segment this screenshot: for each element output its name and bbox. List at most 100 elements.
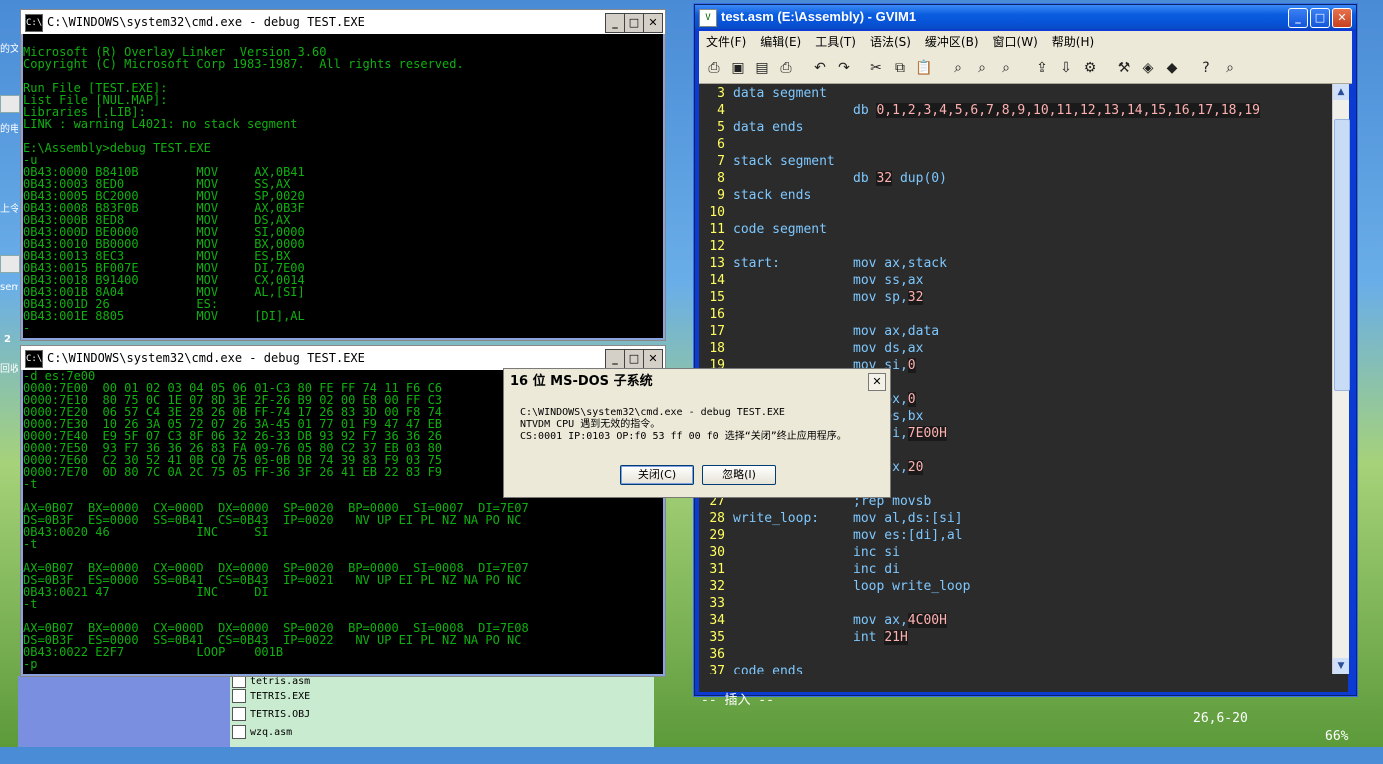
find-next-icon[interactable]: ⌕ [973,59,991,77]
cmd-window-2-title[interactable]: C:\WINDOWS\system32\cmd.exe - debug TEST… [21,346,665,370]
save-all-icon[interactable]: ▤ [753,59,771,77]
file-item[interactable]: wzq.asm [232,725,292,741]
scroll-down-icon[interactable]: ▼ [1333,658,1349,674]
dialog-title[interactable]: 16 位 MS-DOS 子系统 [504,369,890,395]
line-number: 16 [709,307,725,322]
code-label: stack ends [733,188,812,203]
copy-icon[interactable]: ⧉ [891,59,909,77]
tag-icon[interactable]: ◆ [1163,59,1181,77]
cursor-position: 26,6-20 [1193,711,1248,726]
code-line[interactable]: 34 mov ax,4C00H [699,612,947,629]
explorer-edge [222,676,230,747]
code-line[interactable]: 18 mov ds,ax [699,340,923,357]
code-instruction: mov es:[di],al [853,528,963,543]
cut-icon[interactable]: ✂ [867,59,885,77]
code-line[interactable]: 33 [699,595,733,612]
menu-item[interactable]: 工具(T) [808,31,863,53]
file-icon [232,707,246,721]
menu-item[interactable]: 语法(S) [863,31,918,53]
close-button[interactable]: ✕ [1332,8,1352,28]
maximize-button[interactable]: □ [1310,8,1330,28]
find-icon[interactable]: ⌕ [949,59,967,77]
code-label: data segment [733,86,827,101]
close-app-button[interactable]: 关闭(C) [620,465,694,485]
help-icon[interactable]: ? [1197,59,1215,77]
scroll-up-icon[interactable]: ▲ [1333,84,1349,100]
paste-icon[interactable]: 📋 [915,59,933,77]
code-line[interactable]: 29 mov es:[di],al [699,527,963,544]
code-number-literal: 7E00H [907,426,947,441]
code-line[interactable]: 5 data ends [699,119,803,136]
close-button[interactable]: ✕ [643,13,663,33]
save-icon[interactable]: ▣ [729,59,747,77]
code-number-literal: 21H [884,630,908,645]
console-line: 0B43:001E 8805 MOV [DI],AL [23,309,305,323]
print-icon[interactable]: ⎙ [777,59,795,77]
code-line[interactable]: 10 [699,204,733,221]
code-number-literal: 0 [907,358,916,373]
code-line[interactable]: 3 data segment [699,85,827,102]
code-line[interactable]: 9 stack ends [699,187,811,204]
file-name: wzq.asm [250,727,293,738]
save-session-icon[interactable]: ⇩ [1057,59,1075,77]
toolbar: ⎙ ▣ ▤ ⎙ ↶ ↷ ✂ ⧉ 📋 ⌕ ⌕ ⌕ ⇪ ⇩ ⚙ ⚒ ◈ ◆ ? ⌕ [699,53,1352,84]
minimize-button[interactable]: _ [605,349,625,369]
menu-item[interactable]: 缓冲区(B) [918,31,986,53]
menu-item[interactable]: 文件(F) [699,31,753,53]
menu-item[interactable]: 帮助(H) [1045,31,1101,53]
maximize-button[interactable]: □ [624,13,644,33]
code-line[interactable]: 36 [699,646,733,663]
gvim-title[interactable]: test.asm (E:\Assembly) - GVIM1 [695,5,1356,29]
ignore-button[interactable]: 忽略(I) [702,465,776,485]
gvim-window[interactable]: test.asm (E:\Assembly) - GVIM1 V _ □ ✕ 文… [694,4,1357,744]
code-line[interactable]: 8 db 32 dup(0) [699,170,947,187]
code-line[interactable]: 30 inc si [699,544,900,561]
close-button[interactable]: ✕ [643,349,663,369]
dialog-close-button[interactable]: ✕ [868,373,886,391]
redo-icon[interactable]: ↷ [835,59,853,77]
find-prev-icon[interactable]: ⌕ [997,59,1015,77]
code-line[interactable]: 13 start: mov ax,stack [699,255,947,272]
minimize-button[interactable]: _ [1288,8,1308,28]
cmd-window-1-title[interactable]: C:\WINDOWS\system32\cmd.exe - debug TEST… [21,10,665,34]
find-help-icon[interactable]: ⌕ [1221,59,1239,77]
code-line[interactable]: 17 mov ax,data [699,323,939,340]
minimize-button[interactable]: _ [605,13,625,33]
code-instruction: int [853,630,885,645]
menu-item[interactable]: 窗口(W) [986,31,1045,53]
file-item[interactable]: TETRIS.OBJ [232,707,310,723]
code-line[interactable]: 7 stack segment [699,153,835,170]
code-number-literal: 0 [907,392,916,407]
code-line[interactable]: 12 [699,238,733,255]
code-line[interactable]: 32 loop write_loop [699,578,970,595]
computer-icon[interactable] [0,95,20,113]
code-line[interactable]: 15 mov sp,32 [699,289,924,306]
folder-icon[interactable] [0,255,20,273]
cmd-1-console[interactable]: Microsoft (R) Overlay Linker Version 3.6… [23,34,663,338]
code-line[interactable]: 37 code ends [699,663,803,674]
ntvdm-error-dialog[interactable]: 16 位 MS-DOS 子系统 ✕ C:\WINDOWS\system32\cm… [503,368,891,498]
line-number: 18 [709,341,725,356]
code-line[interactable]: 35 int 21H [699,629,908,646]
code-line[interactable]: 6 [699,136,733,153]
code-instruction: loop write_loop [853,579,971,594]
code-line[interactable]: 31 inc di [699,561,900,578]
file-item[interactable]: TETRIS.EXE [232,689,310,705]
vertical-scrollbar[interactable]: ▲ ▼ [1332,84,1350,674]
load-session-icon[interactable]: ⇪ [1033,59,1051,77]
code-line[interactable]: 4 db 0,1,2,3,4,5,6,7,8,9,10,11,12,13,14,1… [699,102,1260,119]
menu-item[interactable]: 编辑(E) [753,31,808,53]
code-line[interactable]: 28 write_loop: mov al,ds:[si] [699,510,962,527]
cmd-window-1[interactable]: C:\WINDOWS\system32\cmd.exe - debug TEST… [20,9,666,341]
code-line[interactable]: 16 [699,306,733,323]
maximize-button[interactable]: □ [624,349,644,369]
undo-icon[interactable]: ↶ [811,59,829,77]
make-icon[interactable]: ⚒ [1115,59,1133,77]
open-icon[interactable]: ⎙ [705,59,723,77]
run-script-icon[interactable]: ⚙ [1081,59,1099,77]
code-line[interactable]: 14 mov ss,ax [699,272,923,289]
shell-icon[interactable]: ◈ [1139,59,1157,77]
file-name: tetris.asm [250,676,311,687]
code-line[interactable]: 11 code segment [699,221,827,238]
scroll-thumb[interactable] [1334,119,1350,391]
